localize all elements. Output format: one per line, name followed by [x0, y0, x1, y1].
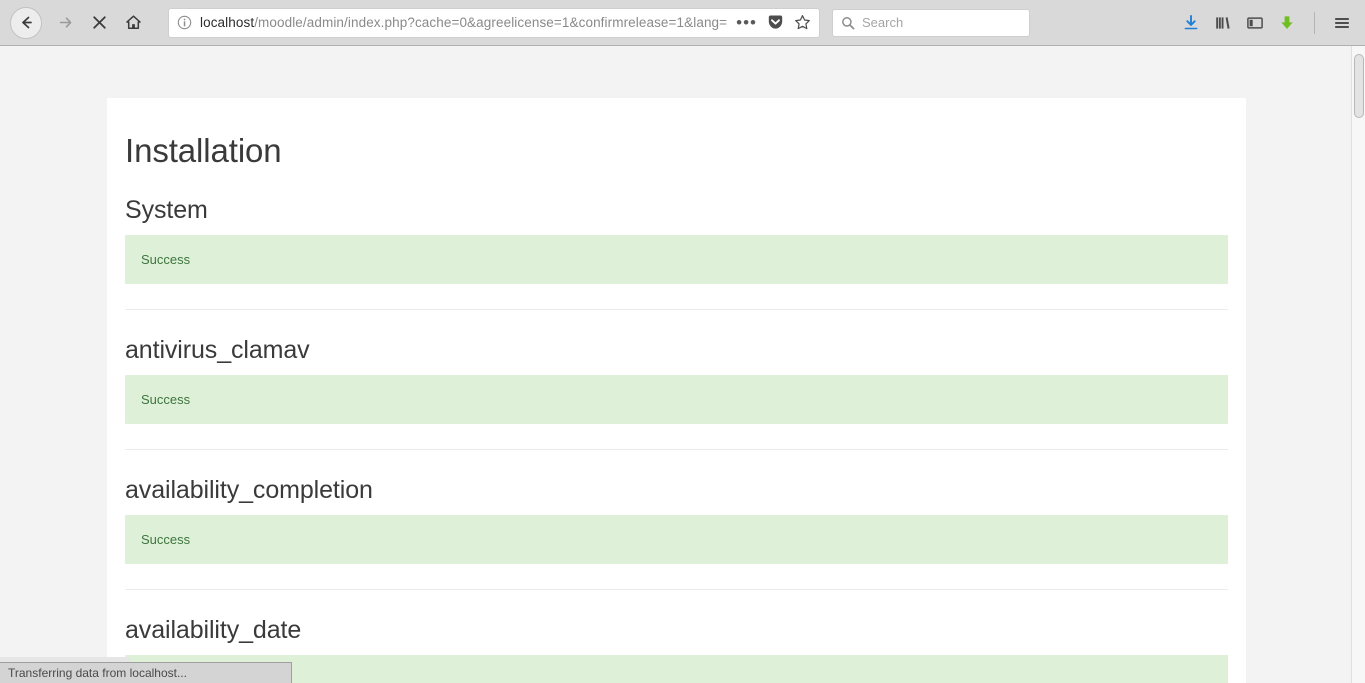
pocket-icon[interactable]: [767, 14, 784, 31]
info-icon[interactable]: [177, 15, 192, 30]
plugin-name: antivirus_clamav: [125, 336, 310, 364]
plugin-block: antivirus_clamav Success: [125, 336, 1228, 450]
home-icon: [125, 15, 141, 29]
plugin-block: System Success: [125, 196, 1228, 310]
scrollbar-thumb[interactable]: [1354, 54, 1364, 118]
close-icon: [92, 16, 106, 29]
section-divider: [125, 589, 1228, 590]
installation-content-card: Installation System Success antivirus_clam…: [107, 98, 1246, 683]
plugin-name: availability_date: [125, 616, 302, 644]
arrow-right-icon: [59, 17, 71, 28]
section-divider: [125, 449, 1228, 450]
page-viewport: Installation System Success antivirus_clam…: [0, 46, 1365, 683]
download-manager-icon[interactable]: [1278, 14, 1296, 32]
stop-button[interactable]: [82, 6, 116, 40]
vertical-scrollbar[interactable]: [1351, 46, 1365, 683]
library-icon[interactable]: [1214, 14, 1232, 32]
browser-window: localhost/moodle/admin/index.php?cache=0…: [0, 0, 1365, 683]
plugin-name: availability_completion: [125, 476, 373, 504]
plugin-install-list: System Success antivirus_clamav Success avai…: [125, 196, 1228, 683]
browser-toolbar: localhost/moodle/admin/index.php?cache=0…: [0, 0, 1365, 46]
search-input[interactable]: Search: [862, 15, 903, 30]
sidebar-icon[interactable]: [1246, 14, 1264, 32]
arrow-left-icon: [21, 16, 32, 29]
status-bar-text: Transferring data from localhost...: [8, 666, 187, 680]
search-icon: [841, 16, 855, 30]
toolbar-divider: [1314, 11, 1315, 34]
plugin-block: availability_completion Success: [125, 476, 1228, 590]
status-badge: Success: [125, 235, 1228, 284]
search-bar[interactable]: Search: [832, 8, 1030, 37]
navigation-buttons: [10, 6, 150, 40]
bookmark-star-icon[interactable]: [794, 14, 811, 31]
url-text[interactable]: localhost/moodle/admin/index.php?cache=0…: [200, 15, 730, 30]
status-bar: Transferring data from localhost...: [0, 662, 292, 683]
url-actions: •••: [736, 14, 811, 31]
toolbar-right-icons: [1182, 11, 1355, 34]
plugin-name: System: [125, 196, 208, 224]
forward-button[interactable]: [48, 6, 82, 40]
status-badge: Success: [125, 515, 1228, 564]
page-title: Installation: [125, 132, 282, 169]
menu-icon[interactable]: [1333, 14, 1351, 32]
downloads-icon[interactable]: [1182, 14, 1200, 32]
section-divider: [125, 309, 1228, 310]
status-badge: Success: [125, 375, 1228, 424]
address-bar[interactable]: localhost/moodle/admin/index.php?cache=0…: [168, 7, 820, 38]
home-button[interactable]: [116, 6, 150, 40]
back-button[interactable]: [10, 6, 42, 39]
page-actions-button[interactable]: •••: [736, 14, 757, 31]
